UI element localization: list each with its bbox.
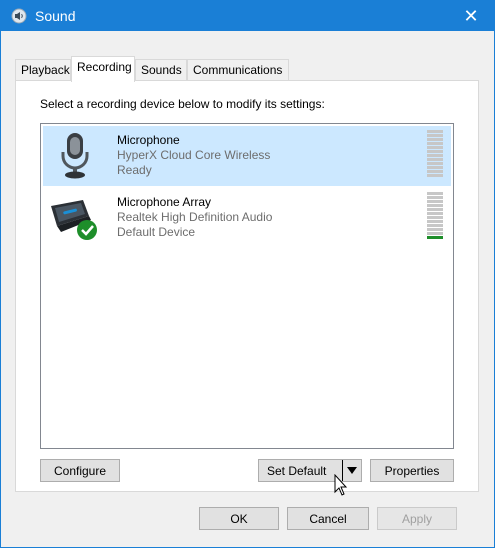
device-status: Default Device: [117, 225, 196, 239]
speaker-icon: [11, 8, 27, 24]
meter-segment: [427, 196, 443, 199]
cancel-button[interactable]: Cancel: [287, 507, 369, 530]
meter-segment: [427, 174, 443, 177]
sound-dialog: Sound ✕ Playback Recording Sounds Commun…: [0, 0, 495, 548]
mouse-pointer-icon: [334, 474, 348, 496]
window-title: Sound: [35, 8, 76, 24]
device-description: Realtek High Definition Audio: [117, 210, 273, 224]
meter-segment: [427, 166, 443, 169]
meter-segment: [427, 192, 443, 195]
properties-button[interactable]: Properties: [370, 459, 454, 482]
device-list[interactable]: Microphone HyperX Cloud Core Wireless Re…: [40, 123, 454, 449]
tab-sounds[interactable]: Sounds: [135, 59, 187, 80]
meter-segment: [427, 150, 443, 153]
device-name: Microphone Array: [117, 195, 212, 209]
device-row-microphone-array[interactable]: Microphone Array Realtek High Definition…: [43, 188, 451, 248]
recording-panel: Select a recording device below to modif…: [15, 80, 479, 492]
laptop-microphone-array-icon: [51, 200, 97, 240]
meter-segment: [427, 208, 443, 211]
meter-segment: [427, 236, 443, 239]
ok-button[interactable]: OK: [199, 507, 279, 530]
meter-segment: [427, 154, 443, 157]
meter-segment: [427, 228, 443, 231]
tab-recording[interactable]: Recording: [71, 56, 135, 82]
meter-segment: [427, 232, 443, 235]
meter-segment: [427, 130, 443, 133]
meter-segment: [427, 170, 443, 173]
meter-segment: [427, 138, 443, 141]
device-status: Ready: [117, 163, 152, 177]
apply-button[interactable]: Apply: [377, 507, 457, 530]
meter-segment: [427, 204, 443, 207]
meter-segment: [427, 212, 443, 215]
meter-segment: [427, 200, 443, 203]
level-meter: [427, 130, 443, 180]
meter-segment: [427, 216, 443, 219]
title-bar[interactable]: Sound ✕: [1, 1, 494, 31]
level-meter: [427, 192, 443, 242]
meter-segment: [427, 134, 443, 137]
device-row-microphone[interactable]: Microphone HyperX Cloud Core Wireless Re…: [43, 126, 451, 186]
meter-segment: [427, 142, 443, 145]
set-default-label[interactable]: Set Default: [267, 464, 326, 478]
configure-button[interactable]: Configure: [40, 459, 120, 482]
tab-playback[interactable]: Playback: [15, 59, 71, 80]
meter-segment: [427, 158, 443, 161]
microphone-icon: [61, 133, 89, 179]
meter-segment: [427, 220, 443, 223]
meter-segment: [427, 146, 443, 149]
close-button[interactable]: ✕: [448, 1, 494, 31]
close-icon: ✕: [463, 5, 479, 27]
meter-segment: [427, 224, 443, 227]
device-name: Microphone: [117, 133, 180, 147]
meter-segment: [427, 162, 443, 165]
tab-communications[interactable]: Communications: [187, 59, 289, 80]
default-check-icon: [77, 220, 97, 240]
device-description: HyperX Cloud Core Wireless: [117, 148, 271, 162]
instruction-text: Select a recording device below to modif…: [40, 97, 325, 111]
